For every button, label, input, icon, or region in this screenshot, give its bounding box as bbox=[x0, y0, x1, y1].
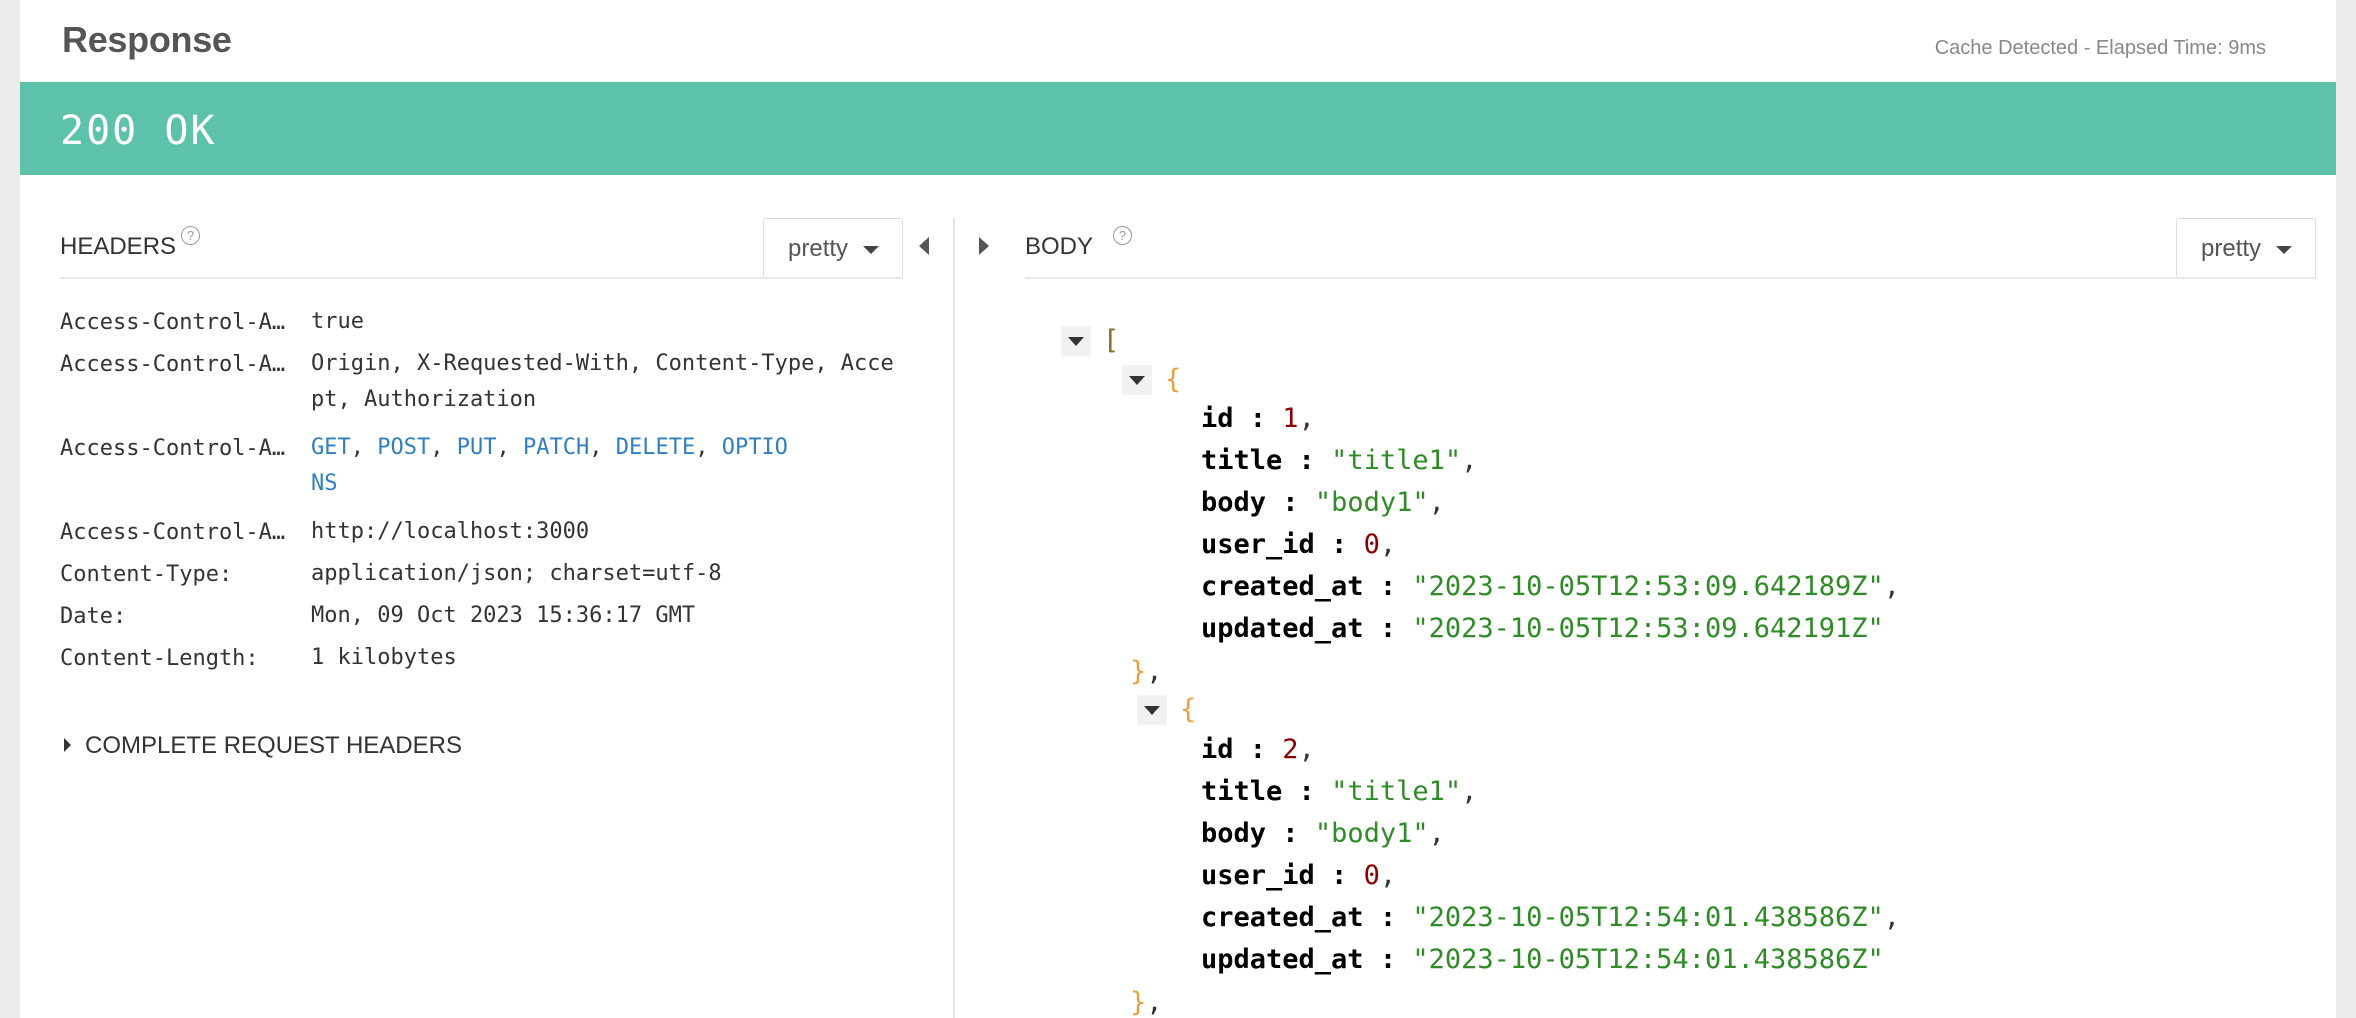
headers-underline bbox=[60, 277, 903, 279]
json-value: "2023-10-05T12:53:09.642191Z" bbox=[1412, 613, 1884, 644]
object-close-brace: }, bbox=[1130, 987, 1163, 1018]
json-line-title: title : "title1", bbox=[1201, 445, 1478, 476]
chevron-down-icon bbox=[1144, 706, 1160, 715]
chevron-down-icon bbox=[1068, 337, 1084, 346]
method-link[interactable]: POST bbox=[377, 435, 430, 460]
object-open-brace: { bbox=[1180, 694, 1197, 725]
json-line-created-at: created_at : "2023-10-05T12:53:09.642189… bbox=[1201, 571, 1901, 602]
json-value: 1 bbox=[1282, 403, 1299, 434]
object-close-brace: }, bbox=[1130, 656, 1163, 687]
json-value: "2023-10-05T12:54:01.438586Z" bbox=[1412, 944, 1884, 975]
json-value: "body1" bbox=[1314, 487, 1429, 518]
timing-info: Cache Detected - Elapsed Time: 9ms bbox=[1935, 37, 2266, 60]
panel-divider bbox=[953, 218, 955, 1018]
json-value: 2 bbox=[1282, 734, 1299, 765]
json-line-created-at: created_at : "2023-10-05T12:54:01.438586… bbox=[1201, 902, 1901, 933]
collapse-object-toggle[interactable] bbox=[1122, 365, 1152, 395]
json-value: "title1" bbox=[1331, 776, 1462, 807]
status-code: 200 OK bbox=[60, 108, 217, 154]
headers-view-label: pretty bbox=[788, 235, 849, 262]
body-underline bbox=[1025, 277, 2316, 279]
headers-help-icon[interactable]: ? bbox=[181, 226, 200, 245]
header-value: 1 kilobytes bbox=[311, 645, 457, 670]
body-view-dropdown[interactable]: pretty bbox=[2176, 218, 2316, 278]
body-help-icon[interactable]: ? bbox=[1113, 226, 1132, 245]
json-line-title: title : "title1", bbox=[1201, 776, 1478, 807]
header-value: true bbox=[311, 309, 364, 334]
collapse-array-toggle[interactable] bbox=[1061, 326, 1091, 356]
json-value: "2023-10-05T12:53:09.642189Z" bbox=[1412, 571, 1884, 602]
method-link[interactable]: PUT bbox=[457, 435, 497, 460]
method-link-wrap[interactable]: NS bbox=[311, 471, 338, 496]
header-value-methods: GET, POST, PUT, PATCH, DELETE, OPTIO NS bbox=[311, 435, 788, 496]
json-value: "body1" bbox=[1314, 818, 1429, 849]
json-line-user-id: user_id : 0, bbox=[1201, 860, 1397, 891]
json-line-user-id: user_id : 0, bbox=[1201, 529, 1397, 560]
elapsed-time-text: Elapsed Time: 9ms bbox=[2095, 37, 2266, 59]
json-line-updated-at: updated_at : "2023-10-05T12:53:09.642191… bbox=[1201, 613, 1884, 644]
method-link[interactable]: DELETE bbox=[616, 435, 695, 460]
json-line-body: body : "body1", bbox=[1201, 818, 1445, 849]
method-link[interactable]: OPTIO bbox=[722, 435, 788, 460]
headers-view-dropdown[interactable]: pretty bbox=[763, 218, 903, 278]
body-view-label: pretty bbox=[2201, 235, 2262, 262]
json-line-id: id : 1, bbox=[1201, 403, 1315, 434]
status-bar: 200 OK bbox=[20, 82, 2336, 175]
headers-label: HEADERS bbox=[60, 233, 177, 260]
collapse-left-icon[interactable] bbox=[919, 237, 929, 255]
header-key: Access-Control-A… bbox=[60, 352, 286, 377]
json-value: "2023-10-05T12:54:01.438586Z" bbox=[1412, 902, 1884, 933]
header-key: Access-Control-A… bbox=[60, 310, 286, 335]
header-value: application/json; charset=utf-8 bbox=[311, 561, 722, 586]
cache-detected-text: Cache Detected - bbox=[1934, 37, 2091, 59]
complete-request-headers-toggle[interactable]: COMPLETE REQUEST HEADERS bbox=[64, 732, 462, 760]
response-panel: Response Cache Detected - Elapsed Time: … bbox=[20, 0, 2336, 1018]
header-key: Date: bbox=[60, 604, 127, 629]
chevron-down-icon bbox=[863, 246, 879, 254]
json-line-updated-at: updated_at : "2023-10-05T12:54:01.438586… bbox=[1201, 944, 1884, 975]
json-value: 0 bbox=[1363, 860, 1380, 891]
expand-right-icon[interactable] bbox=[979, 237, 989, 255]
header-key: Access-Control-A… bbox=[60, 436, 286, 461]
object-open-brace: { bbox=[1165, 364, 1182, 395]
array-open-bracket: [ bbox=[1103, 325, 1120, 356]
chevron-down-icon bbox=[1129, 376, 1145, 385]
json-line-body: body : "body1", bbox=[1201, 487, 1445, 518]
json-value: 0 bbox=[1363, 529, 1380, 560]
method-link[interactable]: PATCH bbox=[523, 435, 589, 460]
header-key: Content-Length: bbox=[60, 646, 259, 671]
collapse-object-toggle[interactable] bbox=[1137, 695, 1167, 725]
body-label: BODY bbox=[1025, 233, 1094, 260]
header-value: Mon, 09 Oct 2023 15:36:17 GMT bbox=[311, 603, 696, 628]
method-link[interactable]: GET bbox=[311, 435, 351, 460]
header-key: Content-Type: bbox=[60, 562, 233, 587]
header-value: Origin, X-Requested-With, Content-Type, … bbox=[311, 351, 894, 412]
json-line-id: id : 2, bbox=[1201, 734, 1315, 765]
complete-request-headers-label: COMPLETE REQUEST HEADERS bbox=[85, 732, 462, 759]
chevron-down-icon bbox=[2276, 246, 2292, 254]
header-value: http://localhost:3000 bbox=[311, 519, 590, 544]
response-title: Response bbox=[62, 19, 232, 60]
json-value: "title1" bbox=[1331, 445, 1462, 476]
header-key: Access-Control-A… bbox=[60, 520, 286, 545]
expand-right-icon bbox=[64, 737, 71, 752]
